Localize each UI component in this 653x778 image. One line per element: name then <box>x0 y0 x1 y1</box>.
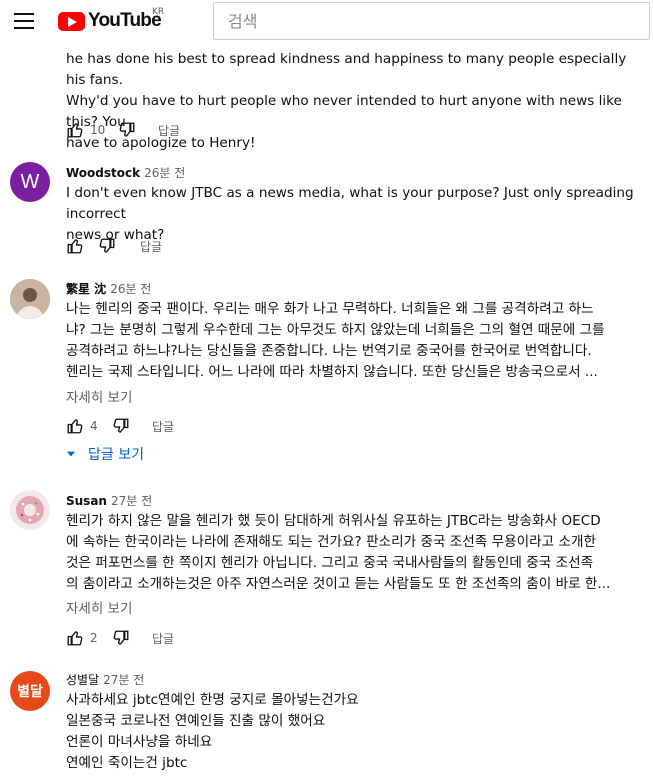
reply-button[interactable]: 답글 <box>152 630 174 647</box>
like-count: 2 <box>90 631 98 645</box>
thumbs-up-icon[interactable] <box>66 629 84 647</box>
thumbs-up-icon[interactable] <box>66 121 84 139</box>
read-more-button[interactable]: 자세히 보기 <box>66 386 132 406</box>
author-name[interactable]: Woodstock <box>66 166 140 180</box>
comment-actions: 4 답글 <box>66 416 174 436</box>
comment-time[interactable]: 26분 전 <box>144 166 185 180</box>
author-row: Susan 27분 전 <box>66 492 152 509</box>
avatar[interactable] <box>10 279 50 319</box>
comment-actions: 답글 <box>66 236 162 256</box>
avatar[interactable]: W <box>10 162 50 202</box>
reply-button[interactable]: 답글 <box>158 122 180 139</box>
comment-time[interactable]: 27분 전 <box>103 673 144 687</box>
reply-button[interactable]: 답글 <box>152 418 174 435</box>
author-name[interactable]: Susan <box>66 494 107 508</box>
author-name[interactable]: 성별달 <box>66 673 99 687</box>
comment-actions: 10 답글 <box>66 120 180 140</box>
thumbs-down-icon[interactable] <box>98 237 116 255</box>
youtube-play-icon <box>58 11 85 31</box>
author-row: 성별달 27분 전 <box>66 671 144 688</box>
hamburger-menu-icon[interactable] <box>14 13 34 29</box>
comment-body: 헨리가 하지 않은 말을 헨리가 했 듯이 담대하게 허위사실 유포하는 JTB… <box>66 513 611 592</box>
read-more-button[interactable]: 자세히 보기 <box>66 597 132 617</box>
caret-down-icon <box>66 451 76 457</box>
avatar[interactable] <box>10 490 50 530</box>
like-count: 10 <box>90 123 106 137</box>
comment-body: 사과하세요 jbtc연예인 한명 궁지로 몰아넣는건가요 일본중국 코로나전 연… <box>66 692 359 771</box>
thumbs-down-icon[interactable] <box>112 417 130 435</box>
thumbs-up-icon[interactable] <box>66 417 84 435</box>
avatar[interactable]: 별달 <box>10 671 50 711</box>
author-row: Woodstock 26분 전 <box>66 164 185 181</box>
comment-body: 나는 헨리의 중국 팬이다. 우리는 매우 화가 나고 무력하다. 너희들은 왜… <box>66 301 605 380</box>
search-input[interactable] <box>226 10 637 32</box>
like-count: 4 <box>90 419 98 433</box>
author-name[interactable]: 繁星 沈 <box>66 282 106 296</box>
person-silhouette-icon <box>10 279 50 319</box>
youtube-logo[interactable]: YouTube <box>58 10 162 32</box>
region-code: KR <box>152 7 165 17</box>
thumbs-up-icon[interactable] <box>66 237 84 255</box>
comment-time[interactable]: 26분 전 <box>110 282 151 296</box>
author-row: 繁星 沈 26분 전 <box>66 280 151 297</box>
top-bar: YouTube KR <box>0 0 653 48</box>
search-box[interactable] <box>213 2 650 40</box>
reply-button[interactable]: 답글 <box>140 238 162 255</box>
comment-actions: 2 답글 <box>66 628 174 648</box>
donut-avatar-icon <box>10 490 50 530</box>
thumbs-down-icon[interactable] <box>118 121 136 139</box>
thumbs-down-icon[interactable] <box>112 629 130 647</box>
view-replies-button[interactable]: 답글 보기 <box>64 444 144 464</box>
comment-time[interactable]: 27분 전 <box>111 494 152 508</box>
